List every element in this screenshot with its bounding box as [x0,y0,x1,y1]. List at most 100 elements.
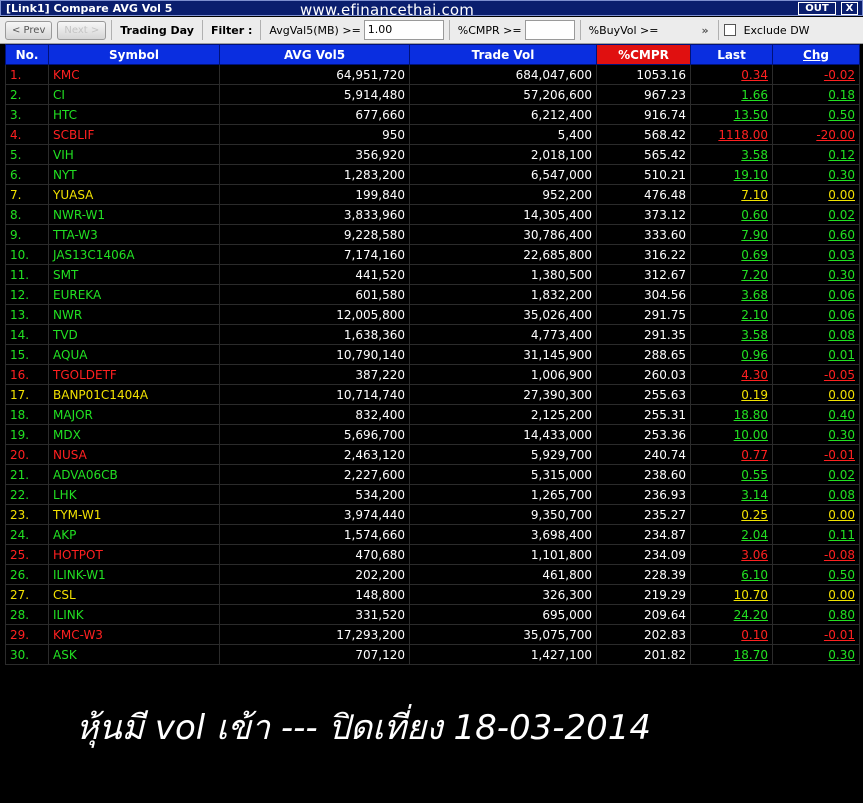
table-row[interactable]: 28. ILINK 331,520 695,000 209.64 24.20 0.80 [5,604,860,625]
last-price-cell[interactable]: 0.34 [690,64,773,85]
change-cell[interactable]: 0.00 [772,584,860,605]
last-price-cell[interactable]: 0.55 [690,464,773,485]
table-row[interactable]: 15. AQUA 10,790,140 31,145,900 288.65 0.96 0.0… [5,344,860,365]
change-cell[interactable]: 0.30 [772,644,860,665]
change-cell[interactable]: -0.01 [772,624,860,645]
change-cell-link[interactable]: 0.30 [828,428,855,442]
last-price-cell-link[interactable]: 6.10 [741,568,768,582]
last-price-cell-link[interactable]: 7.90 [741,228,768,242]
table-row[interactable]: 18. MAJOR 832,400 2,125,200 255.31 18.80 0.40 [5,404,860,425]
change-cell[interactable]: 0.08 [772,484,860,505]
last-price-cell-link[interactable]: 13.50 [734,108,768,122]
change-cell-link[interactable]: 0.30 [828,648,855,662]
change-cell-link[interactable]: 0.00 [828,588,855,602]
change-cell-link[interactable]: 0.08 [828,488,855,502]
last-price-cell-link[interactable]: 7.20 [741,268,768,282]
change-cell[interactable]: -0.02 [772,64,860,85]
table-row[interactable]: 1. KMC 64,951,720 684,047,600 1053.16 0.34 -0.… [5,64,860,85]
change-cell-link[interactable]: 0.40 [828,408,855,422]
table-row[interactable]: 27. CSL 148,800 326,300 219.29 10.70 0.00 [5,584,860,605]
last-price-cell[interactable]: 1118.00 [690,124,773,145]
exclude-dw-checkbox[interactable] [723,24,736,36]
table-row[interactable]: 12. EUREKA 601,580 1,832,200 304.56 3.68 0.06 [5,284,860,305]
last-price-cell[interactable]: 18.80 [690,404,773,425]
change-cell-link[interactable]: -20.00 [816,128,855,142]
last-price-cell[interactable]: 3.68 [690,284,773,305]
change-cell[interactable]: -0.05 [772,364,860,385]
last-price-cell[interactable]: 2.04 [690,524,773,545]
last-price-cell[interactable]: 2.10 [690,304,773,325]
last-price-cell[interactable]: 10.70 [690,584,773,605]
last-price-cell[interactable]: 0.60 [690,204,773,225]
change-cell-link[interactable]: 0.11 [828,528,855,542]
last-price-cell[interactable]: 3.58 [690,144,773,165]
table-row[interactable]: 29. KMC-W3 17,293,200 35,075,700 202.83 0.10 -… [5,624,860,645]
last-price-cell-link[interactable]: 10.70 [734,588,768,602]
last-price-cell-link[interactable]: 0.34 [741,68,768,82]
last-price-cell[interactable]: 6.10 [690,564,773,585]
change-cell-link[interactable]: 0.00 [828,508,855,522]
close-button[interactable]: X [841,2,858,15]
last-price-cell[interactable]: 7.90 [690,224,773,245]
prev-button[interactable]: < Prev [5,20,53,40]
last-price-cell-link[interactable]: 0.19 [741,388,768,402]
last-price-cell-link[interactable]: 3.68 [741,288,768,302]
table-row[interactable]: 23. TYM-W1 3,974,440 9,350,700 235.27 0.25 0.0… [5,504,860,525]
change-cell-link[interactable]: 0.50 [828,108,855,122]
change-cell-link[interactable]: -0.08 [824,548,855,562]
last-price-cell[interactable]: 18.70 [690,644,773,665]
table-row[interactable]: 3. HTC 677,660 6,212,400 916.74 13.50 0.50 [5,104,860,125]
change-cell[interactable]: 0.06 [772,304,860,325]
change-cell-link[interactable]: 0.02 [828,208,855,222]
last-price-cell[interactable]: 0.96 [690,344,773,365]
last-price-cell-link[interactable]: 3.06 [741,548,768,562]
table-row[interactable]: 6. NYT 1,283,200 6,547,000 510.21 19.10 0.30 [5,164,860,185]
avgvol-filter-input[interactable]: 1.00 [363,20,444,40]
change-cell-link[interactable]: 0.30 [828,268,855,282]
last-price-cell-link[interactable]: 2.04 [741,528,768,542]
last-price-cell[interactable]: 3.14 [690,484,773,505]
table-row[interactable]: 17. BANP01C1404A 10,714,740 27,390,300 255.6… [5,384,860,405]
last-price-cell[interactable]: 4.30 [690,364,773,385]
last-price-cell[interactable]: 10.00 [690,424,773,445]
change-cell[interactable]: 0.12 [772,144,860,165]
change-cell[interactable]: 0.06 [772,284,860,305]
last-price-cell[interactable]: 7.20 [690,264,773,285]
change-cell[interactable]: 0.02 [772,204,860,225]
change-cell[interactable]: -0.08 [772,544,860,565]
last-price-cell[interactable]: 0.25 [690,504,773,525]
change-cell[interactable]: 0.01 [772,344,860,365]
last-price-cell-link[interactable]: 3.58 [741,328,768,342]
table-row[interactable]: 22. LHK 534,200 1,265,700 236.93 3.14 0.08 [5,484,860,505]
col-header-symbol[interactable]: Symbol [48,44,220,65]
last-price-cell-link[interactable]: 0.55 [741,468,768,482]
last-price-cell-link[interactable]: 0.96 [741,348,768,362]
table-row[interactable]: 8. NWR-W1 3,833,960 14,305,400 373.12 0.60 0.0… [5,204,860,225]
table-row[interactable]: 30. ASK 707,120 1,427,100 201.82 18.70 0.30 [5,644,860,665]
last-price-cell[interactable]: 24.20 [690,604,773,625]
last-price-cell[interactable]: 13.50 [690,104,773,125]
change-cell[interactable]: 0.60 [772,224,860,245]
cmpr-filter-input[interactable] [524,20,575,40]
change-cell[interactable]: 0.30 [772,264,860,285]
change-cell[interactable]: -20.00 [772,124,860,145]
table-row[interactable]: 13. NWR 12,005,800 35,026,400 291.75 2.10 0.06 [5,304,860,325]
change-cell-link[interactable]: 0.08 [828,328,855,342]
change-cell[interactable]: 0.02 [772,464,860,485]
change-cell[interactable]: 0.50 [772,564,860,585]
last-price-cell[interactable]: 0.77 [690,444,773,465]
change-cell-link[interactable]: 0.30 [828,168,855,182]
change-cell-link[interactable]: 0.00 [828,188,855,202]
change-cell-link[interactable]: 0.80 [828,608,855,622]
last-price-cell[interactable]: 3.06 [690,544,773,565]
change-cell-link[interactable]: 0.60 [828,228,855,242]
last-price-cell-link[interactable]: 2.10 [741,308,768,322]
change-cell[interactable]: 0.80 [772,604,860,625]
last-price-cell-link[interactable]: 0.60 [741,208,768,222]
change-cell[interactable]: 0.11 [772,524,860,545]
last-price-cell[interactable]: 0.69 [690,244,773,265]
table-row[interactable]: 10. JAS13C1406A 7,174,160 22,685,800 316.22 0… [5,244,860,265]
table-row[interactable]: 14. TVD 1,638,360 4,773,400 291.35 3.58 0.08 [5,324,860,345]
out-button[interactable]: OUT [798,2,836,15]
last-price-cell-link[interactable]: 1118.00 [718,128,768,142]
